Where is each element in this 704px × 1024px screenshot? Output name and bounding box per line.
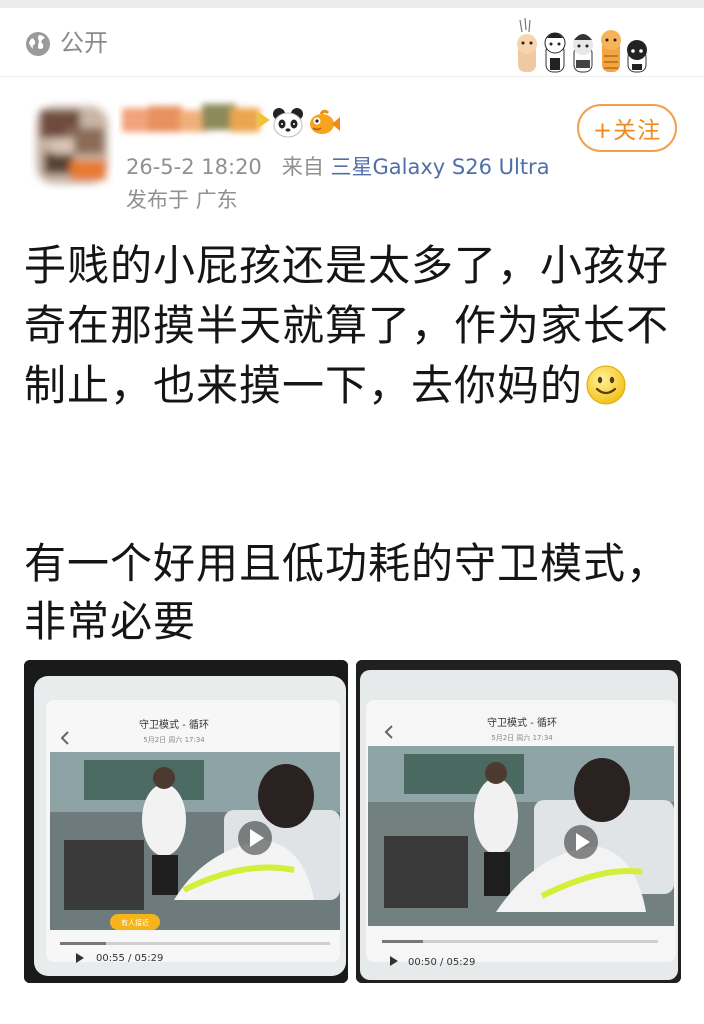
screen-date-1: 5月2日 周六 17:34 (143, 735, 205, 744)
post-text-para2: 有一个好用且低功耗的守卫模式，非常必要 (24, 539, 670, 646)
time-readout-2: 00:50 / 05:29 (408, 957, 475, 968)
device-link[interactable]: 三星Galaxy S26 Ultra (331, 155, 550, 179)
top-divider (0, 0, 704, 8)
smiley-emoji (586, 365, 626, 405)
post-timestamp: 26-5-2 18:20 (126, 155, 262, 179)
globe-icon (26, 32, 50, 56)
visibility-label: 公开 (60, 29, 108, 57)
post-text-para1: 手贱的小屁孩还是太多了，小孩好奇在那摸半天就算了，作为家长不制止，也来摸一下，去… (24, 241, 670, 410)
avatar[interactable] (30, 98, 114, 190)
follow-button[interactable]: +关注 (577, 104, 677, 152)
post-location: 发布于 广东 (126, 188, 238, 212)
post-body: 手贱的小屁孩还是太多了，小孩好奇在那摸半天就算了，作为家长不制止，也来摸一下，去… (24, 236, 689, 416)
cat-paws-decoration (517, 17, 647, 73)
badge-1: 有人接近 (121, 918, 149, 927)
screen-title-1: 守卫模式 - 循环 (139, 718, 209, 731)
post-image-2[interactable]: 守卫模式 - 循环 5月2日 周六 17:34 00:50 / 05:29 (356, 660, 681, 983)
time-readout-1: 00:55 / 05:29 (96, 953, 163, 964)
progress-fill-2 (382, 940, 423, 943)
source-prefix: 来自 (281, 155, 324, 179)
author-name[interactable] (118, 98, 278, 142)
panda-emoji (273, 108, 303, 138)
visibility-bar: 公开 (0, 8, 704, 77)
post-image-1[interactable]: 守卫模式 - 循环 5月2日 周六 17:34 有人接近 00:55 / 05:… (24, 660, 348, 983)
progress-fill-1 (60, 942, 106, 945)
screen-title-2: 守卫模式 - 循环 (487, 716, 557, 729)
fish-emoji (310, 109, 340, 134)
screen-date-2: 5月2日 周六 17:34 (491, 733, 553, 742)
post-meta: 26-5-2 18:20 来自 三星Galaxy S26 Ultra (126, 152, 550, 182)
